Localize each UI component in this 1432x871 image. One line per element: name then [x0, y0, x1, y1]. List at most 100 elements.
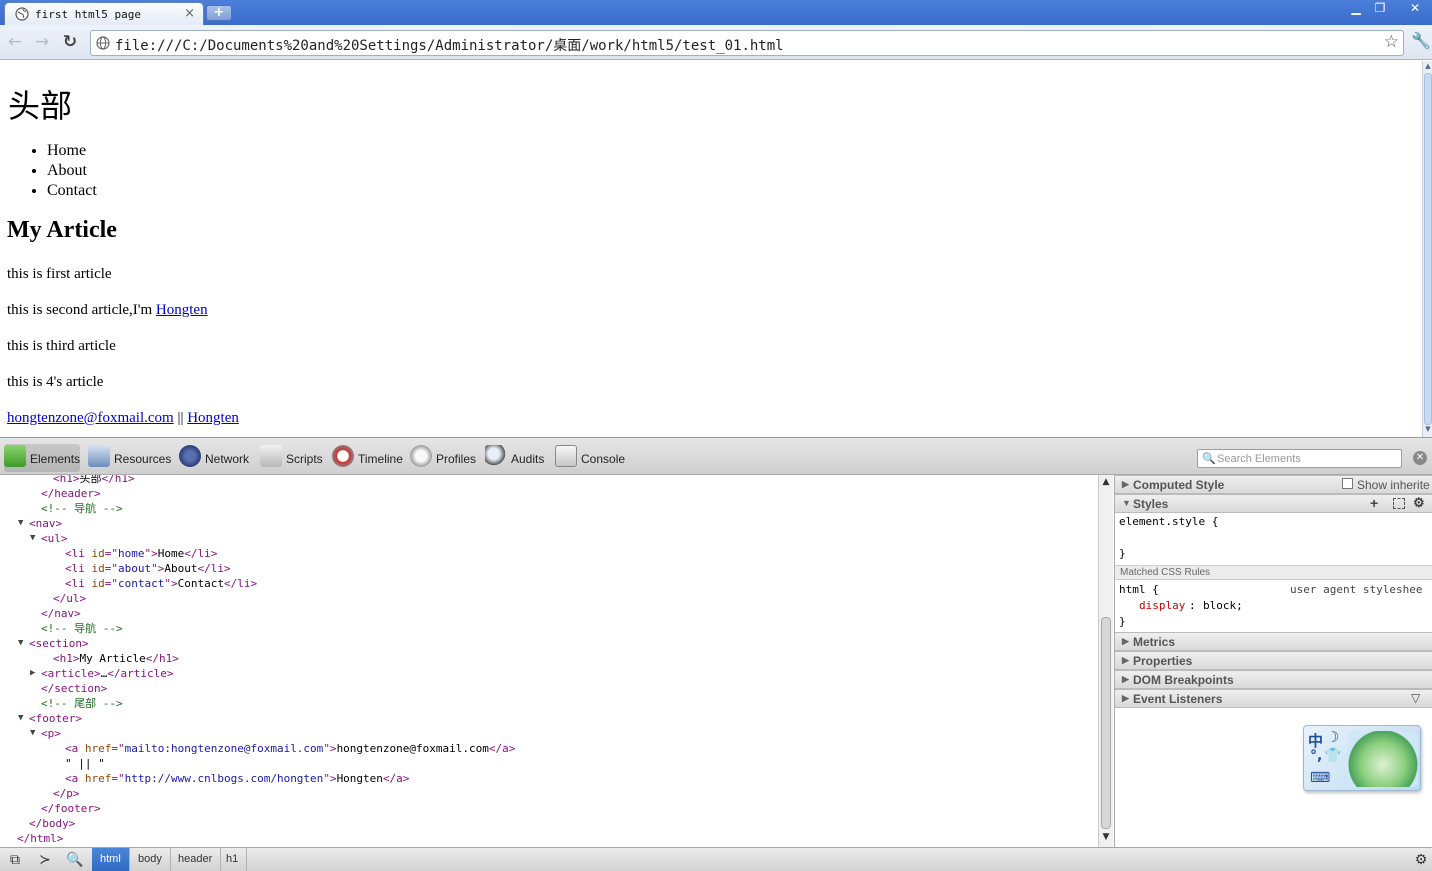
add-rule-icon[interactable]: +	[1370, 495, 1378, 511]
inspect-search-icon[interactable]: 🔍	[64, 851, 86, 869]
tree-node[interactable]: </nav>	[41, 606, 81, 621]
event-listeners-title: Event Listeners	[1133, 692, 1223, 706]
punctuation-icon[interactable]: °,	[1310, 748, 1322, 764]
expand-arrow-icon[interactable]: ▶	[30, 666, 35, 681]
breadcrumb-header[interactable]: header	[170, 848, 222, 871]
tab-elements[interactable]: Elements	[4, 444, 80, 472]
styles-pane-header[interactable]: ▼ Styles + ⚙	[1115, 494, 1432, 513]
tree-node[interactable]: <!-- 导航 -->	[41, 621, 123, 636]
tab-scripts[interactable]: Scripts	[260, 444, 324, 472]
tree-node[interactable]: ▼ <footer>	[18, 711, 82, 726]
reload-icon[interactable]: ↻	[60, 32, 80, 52]
keyboard-icon[interactable]: ⌨	[1310, 770, 1330, 786]
event-listeners-pane-header[interactable]: ▶ Event Listeners ▽	[1115, 689, 1432, 708]
tab-audits[interactable]: Audits	[485, 444, 547, 472]
css-property-name[interactable]: display	[1139, 599, 1185, 612]
address-url[interactable]: file:///C:/Documents%20and%20Settings/Ad…	[115, 35, 784, 55]
collapse-arrow-icon[interactable]: ▼	[30, 726, 35, 741]
tree-node[interactable]: </ul>	[53, 591, 86, 606]
breadcrumb-h1[interactable]: h1	[218, 848, 248, 871]
metrics-pane-header[interactable]: ▶ Metrics	[1115, 632, 1432, 651]
tree-node[interactable]: </section>	[41, 681, 107, 696]
ime-status-widget[interactable]: 中 ☽ °, 👕 ⌨	[1303, 725, 1421, 791]
computed-style-pane-header[interactable]: ▶ Computed Style Show inherite	[1115, 475, 1432, 494]
close-window-button[interactable]: ✕	[1404, 0, 1426, 17]
tree-node[interactable]: ▶ <article>…</article>	[30, 666, 173, 681]
paragraph-2-text: this is second article,I'm	[7, 302, 156, 318]
tree-node[interactable]: " || "	[65, 756, 105, 771]
close-devtools-icon[interactable]: ✕	[1413, 451, 1427, 465]
dock-icon[interactable]: ⧉	[4, 851, 26, 869]
collapse-arrow-icon[interactable]: ▼	[18, 636, 23, 651]
tree-node[interactable]: ▼ <section>	[18, 636, 89, 651]
tree-node[interactable]: ▼ <nav>	[18, 516, 63, 531]
tree-scroll-down-icon[interactable]: ▼	[1100, 832, 1112, 844]
gear-icon[interactable]: ⚙	[1413, 495, 1425, 511]
tab-console[interactable]: Console	[555, 444, 625, 472]
back-arrow-icon[interactable]: ←	[5, 32, 25, 52]
forward-arrow-icon[interactable]: →	[32, 32, 52, 52]
settings-gear-icon[interactable]: ⚙	[1410, 851, 1432, 869]
tree-node[interactable]: <!-- 尾部 -->	[41, 696, 123, 711]
console-toggle-icon[interactable]: ≻	[34, 851, 56, 869]
tree-scroll-thumb[interactable]	[1101, 617, 1111, 829]
tab-close-icon[interactable]: ×	[184, 6, 195, 21]
tree-node[interactable]: <h1>My Article</h1>	[53, 651, 179, 666]
filter-icon[interactable]: ▽	[1411, 691, 1420, 705]
bookmark-star-icon[interactable]: ☆	[1384, 32, 1399, 52]
minimize-button[interactable]: ▁	[1346, 0, 1366, 17]
tab-profiles[interactable]: Profiles	[410, 444, 476, 472]
tree-node[interactable]: <!-- 导航 -->	[41, 501, 123, 516]
tree-node[interactable]: <a href="http://www.cnlbogs.com/hongten"…	[65, 771, 409, 786]
wrench-menu-icon[interactable]: 🔧	[1411, 31, 1431, 53]
tab-network[interactable]: Network	[179, 444, 251, 472]
element-style-selector[interactable]: element.style {	[1119, 515, 1218, 528]
tree-node[interactable]: <li id="contact">Contact</li>	[65, 576, 257, 591]
scroll-down-arrow-icon[interactable]: ▼	[1423, 425, 1432, 435]
tree-scroll-up-icon[interactable]: ▲	[1100, 477, 1112, 489]
tree-node-markup: <a href="http://www.cnlbogs.com/hongten"…	[65, 772, 410, 785]
tree-node[interactable]: </header>	[41, 486, 101, 501]
tree-node[interactable]: ▼ <ul>	[30, 531, 68, 546]
element-state-icon[interactable]	[1393, 498, 1405, 509]
breadcrumb-body[interactable]: body	[130, 848, 171, 871]
page-scrollbar[interactable]: ▲ ▼	[1422, 61, 1432, 437]
expand-triangle-icon: ▶	[1122, 479, 1129, 489]
css-rule-selector[interactable]: html {	[1119, 583, 1159, 596]
tree-node-markup: </html>	[17, 832, 64, 845]
tab-timeline[interactable]: Timeline	[332, 444, 403, 472]
collapse-arrow-icon[interactable]: ▼	[18, 711, 23, 726]
tree-node[interactable]: </footer>	[41, 801, 101, 816]
scroll-up-arrow-icon[interactable]: ▲	[1423, 62, 1432, 72]
collapse-arrow-icon[interactable]: ▼	[30, 531, 35, 546]
show-inherited-checkbox[interactable]	[1342, 478, 1353, 489]
address-bar[interactable]: file:///C:/Documents%20and%20Settings/Ad…	[90, 30, 1404, 56]
collapse-arrow-icon[interactable]: ▼	[18, 516, 23, 531]
elements-tree-scrollbar[interactable]: ▲ ▼	[1098, 475, 1113, 847]
tree-node[interactable]: <h1>头部</h1>	[53, 475, 135, 486]
tree-node[interactable]: <li id="about">About</li>	[65, 561, 231, 576]
hongten-link[interactable]: Hongten	[156, 302, 208, 318]
tree-node[interactable]: </html>	[17, 831, 63, 846]
tree-node[interactable]: <li id="home">Home</li>	[65, 546, 217, 561]
new-tab-button[interactable]: +	[206, 5, 232, 21]
moon-icon[interactable]: ☽	[1326, 728, 1339, 746]
page-scroll-thumb[interactable]	[1424, 73, 1432, 425]
properties-pane-header[interactable]: ▶ Properties	[1115, 651, 1432, 670]
browser-tab[interactable]: first html5 page ×	[4, 2, 204, 25]
restore-button[interactable]: ❐	[1370, 0, 1390, 17]
tree-node[interactable]: </p>	[53, 786, 80, 801]
tree-node[interactable]: ▼ <p>	[30, 726, 61, 741]
search-elements-input[interactable]: 🔍 Search Elements	[1197, 449, 1402, 468]
email-link[interactable]: hongtenzone@foxmail.com	[7, 410, 174, 426]
footer-hongten-link[interactable]: Hongten	[187, 410, 239, 426]
shirt-icon[interactable]: 👕	[1324, 748, 1341, 764]
dom-breakpoints-pane-header[interactable]: ▶ DOM Breakpoints	[1115, 670, 1432, 689]
breadcrumb-html[interactable]: html	[92, 848, 130, 871]
tree-node[interactable]: <a href="mailto:hongtenzone@foxmail.com"…	[65, 741, 515, 756]
tab-resources[interactable]: Resources	[88, 444, 171, 472]
tree-node[interactable]: </body>	[29, 816, 75, 831]
css-property-value[interactable]: block;	[1203, 599, 1243, 612]
elements-tree[interactable]: <h1>头部</h1> </header> <!-- 导航 --> ▼ <nav> ▼ <u…	[0, 475, 1098, 847]
tree-node-markup: <nav>	[29, 517, 63, 530]
